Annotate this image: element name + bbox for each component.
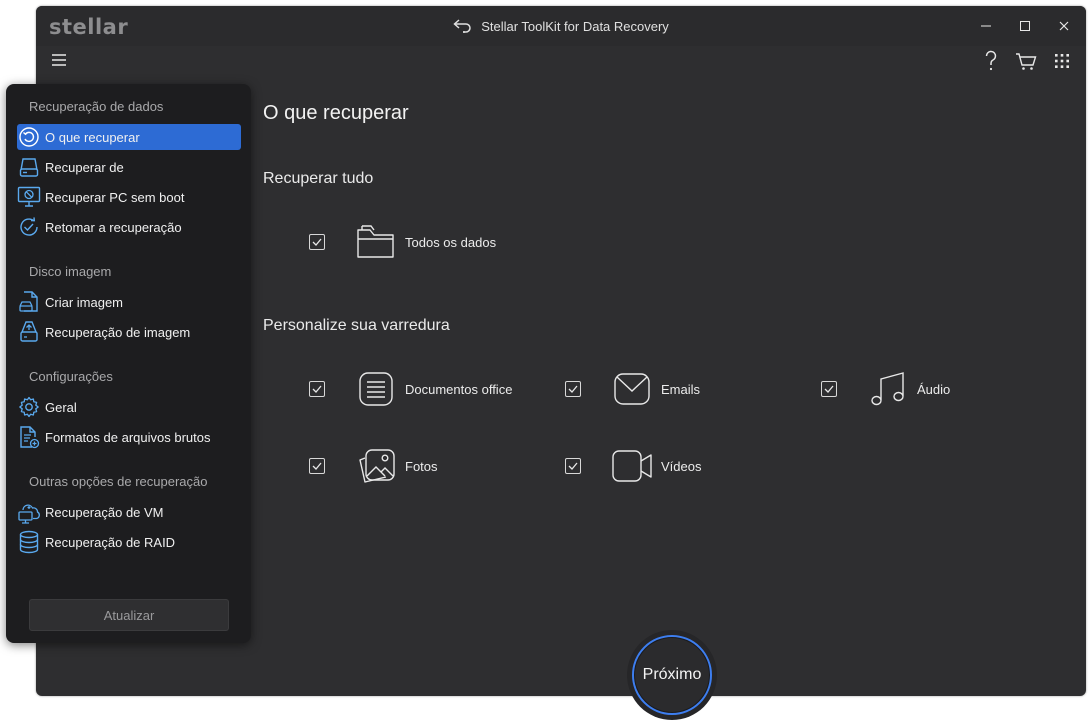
window-title: Stellar ToolKit for Data Recovery [481, 18, 669, 34]
recover-all-title: Recuperar tudo [263, 170, 374, 187]
back-arrow-icon [453, 19, 471, 33]
restore-icon [19, 127, 39, 147]
customize-title: Personalize sua varredura [263, 317, 450, 334]
sidebar-item-resume-recovery[interactable]: Retomar a recuperação [17, 214, 241, 240]
video-icon [612, 450, 652, 482]
sidebar-item-create-image[interactable]: Criar imagem [17, 289, 241, 315]
check-icon [568, 462, 578, 470]
apps-grid-icon [1055, 54, 1069, 68]
music-icon [871, 372, 904, 406]
checkbox-videos[interactable] [565, 458, 581, 474]
section-title: Outras opções de recuperação [29, 474, 208, 489]
raw-formats-icon [20, 426, 40, 449]
maximize-icon [1020, 21, 1030, 31]
section-title: Disco imagem [29, 264, 112, 279]
option-audio[interactable]: Áudio [821, 367, 950, 411]
photos-icon [359, 449, 395, 483]
checkbox-emails[interactable] [565, 381, 581, 397]
check-icon [312, 462, 322, 470]
section-title: Recuperação de dados [29, 99, 164, 114]
check-icon [568, 385, 578, 393]
minimize-icon [981, 25, 991, 27]
option-photos[interactable]: Fotos [309, 444, 438, 488]
cart-button[interactable] [1015, 51, 1037, 71]
sidebar-item-general[interactable]: Geral [17, 394, 241, 420]
resume-icon [20, 217, 38, 236]
check-icon [312, 385, 322, 393]
sidebar: Recuperação de dados O que recuperar Rec… [6, 84, 251, 643]
section-title: Configurações [29, 369, 113, 384]
option-label: Emails [661, 381, 701, 397]
check-icon [312, 238, 322, 246]
option-videos[interactable]: Vídeos [565, 444, 701, 488]
checkbox-office-documents[interactable] [309, 381, 325, 397]
checkbox-audio[interactable] [821, 381, 837, 397]
option-label: Vídeos [661, 458, 702, 474]
option-office-documents[interactable]: Documentos office [309, 367, 512, 411]
help-button[interactable] [984, 50, 998, 72]
folder-icon [357, 225, 394, 258]
sidebar-item-no-boot-pc[interactable]: Recuperar PC sem boot [17, 184, 241, 210]
menu-icon [52, 54, 66, 66]
option-label: Áudio [917, 381, 951, 397]
sidebar-item-vm-recovery[interactable]: Recuperação de VM [17, 499, 241, 525]
option-label: Documentos office [405, 381, 513, 397]
apps-button[interactable] [1054, 53, 1070, 69]
close-icon [1059, 21, 1069, 31]
next-button[interactable]: Próximo [632, 635, 712, 715]
close-button[interactable] [1045, 6, 1083, 46]
document-icon [359, 372, 393, 406]
sidebar-item-raid-recovery[interactable]: Recuperação de RAID [17, 529, 241, 555]
no-boot-pc-icon [17, 186, 41, 207]
sidebar-item-what-to-recover[interactable]: O que recuperar [17, 124, 241, 150]
option-emails[interactable]: Emails [565, 367, 700, 411]
page-title: O que recuperar [263, 102, 409, 124]
cart-icon [1016, 53, 1037, 70]
help-icon [985, 50, 997, 71]
create-image-icon [19, 291, 38, 312]
email-icon [614, 373, 650, 405]
checkbox-all-data[interactable] [309, 234, 325, 250]
vm-icon [18, 504, 40, 524]
title-bar: stellar Stellar ToolKit for Data Recover… [36, 6, 1086, 46]
minimize-button[interactable] [967, 6, 1005, 46]
sidebar-item-image-recovery[interactable]: Recuperação de imagem [17, 319, 241, 345]
checkbox-photos[interactable] [309, 458, 325, 474]
next-button-frame: Próximo [627, 630, 717, 720]
update-button[interactable]: Atualizar [29, 599, 229, 631]
option-label: Fotos [405, 458, 438, 474]
gear-icon [19, 396, 39, 418]
image-recovery-icon [20, 321, 38, 342]
toolbar [36, 46, 1086, 78]
option-label: Todos os dados [405, 234, 497, 250]
sidebar-item-recover-from[interactable]: Recuperar de [17, 154, 241, 180]
drive-icon [19, 158, 39, 177]
sidebar-item-raw-formats[interactable]: Formatos de arquivos brutos [17, 424, 241, 450]
raid-icon [19, 530, 39, 554]
option-all-data[interactable]: Todos os dados [309, 220, 496, 264]
menu-button[interactable] [50, 52, 68, 68]
maximize-button[interactable] [1006, 6, 1044, 46]
check-icon [824, 385, 834, 393]
